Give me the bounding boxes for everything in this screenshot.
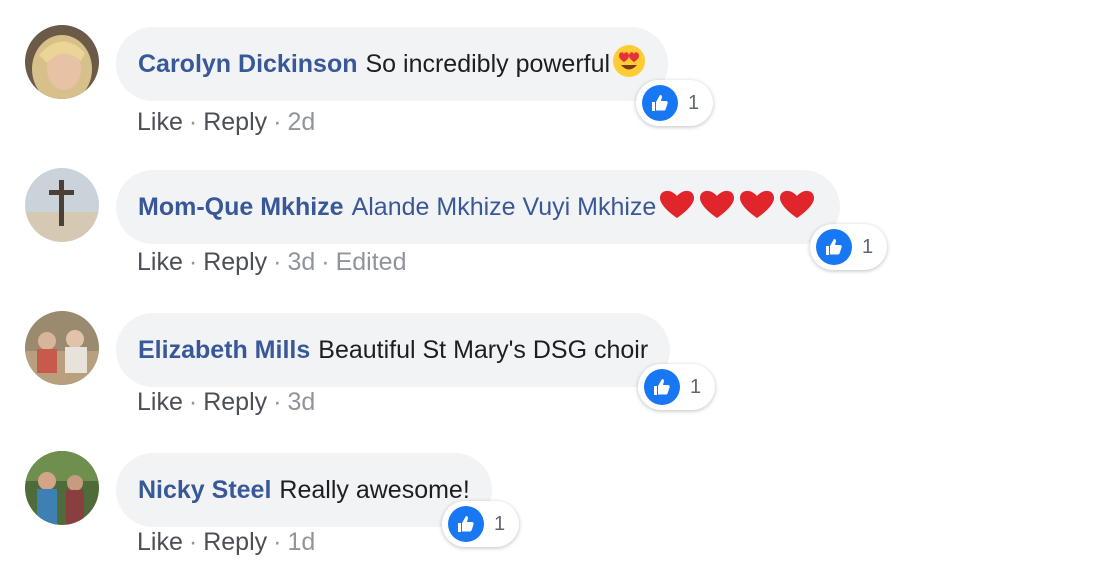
separator: · <box>188 388 198 416</box>
comment-actions: Like · Reply · 1d <box>137 528 315 557</box>
avatar[interactable] <box>25 311 99 385</box>
reply-link[interactable]: Reply <box>203 108 267 136</box>
comment-bubble: Nicky Steel Really awesome! <box>116 453 492 527</box>
edited-label[interactable]: Edited <box>336 248 407 276</box>
reaction-badge[interactable]: 1 <box>636 80 714 126</box>
comment-author[interactable]: Nicky Steel <box>138 476 271 505</box>
like-reaction-icon <box>816 229 852 265</box>
reaction-count: 1 <box>690 375 702 398</box>
like-reaction-icon <box>644 369 680 405</box>
separator: · <box>273 528 282 556</box>
comment-bubble: Elizabeth Mills Beautiful St Mary's DSG … <box>116 313 671 387</box>
comment-text: So incredibly powerful <box>365 49 611 78</box>
separator: · <box>273 248 282 276</box>
comment-bubble: Carolyn Dickinson So incredibly powerful <box>116 27 669 101</box>
like-link[interactable]: Like <box>137 108 183 136</box>
comment-actions: Like · Reply · 3d <box>137 388 315 417</box>
timestamp[interactable]: 2d <box>287 108 315 136</box>
comment-author[interactable]: Carolyn Dickinson <box>138 50 358 79</box>
separator: · <box>188 108 198 136</box>
comment-actions: Like · Reply · 2d <box>137 108 315 137</box>
separator: · <box>188 248 198 276</box>
reaction-count: 1 <box>494 512 506 535</box>
comment-author[interactable]: Mom-Que Mkhize <box>138 193 344 222</box>
comment-text: Beautiful St Mary's DSG choir <box>318 335 649 364</box>
separator: · <box>321 248 330 276</box>
like-reaction-icon <box>448 506 484 542</box>
timestamp[interactable]: 1d <box>287 528 315 556</box>
comment-text: Really awesome! <box>279 475 470 504</box>
reaction-badge[interactable]: 1 <box>638 364 716 410</box>
avatar[interactable] <box>25 25 99 99</box>
avatar[interactable] <box>25 451 99 525</box>
like-link[interactable]: Like <box>137 388 183 416</box>
separator: · <box>188 528 198 556</box>
like-link[interactable]: Like <box>137 528 183 556</box>
reaction-count: 1 <box>688 91 700 114</box>
separator: · <box>273 108 282 136</box>
comment-text[interactable]: Alande Mkhize Vuyi Mkhize <box>352 193 657 222</box>
comment-author[interactable]: Elizabeth Mills <box>138 336 310 365</box>
comment-actions: Like · Reply · 3d · Edited <box>137 248 406 277</box>
comment-bubble: Mom-Que Mkhize Alande Mkhize Vuyi Mkhize <box>116 170 841 244</box>
heart-eyes-emoji-icon <box>612 44 646 85</box>
avatar[interactable] <box>25 168 99 242</box>
like-link[interactable]: Like <box>137 248 183 276</box>
reaction-badge[interactable]: 1 <box>810 224 888 270</box>
reply-link[interactable]: Reply <box>203 528 267 556</box>
reply-link[interactable]: Reply <box>203 388 267 416</box>
reaction-badge[interactable]: 1 <box>442 501 520 547</box>
heart-emoji-icon <box>658 187 818 228</box>
separator: · <box>273 388 282 416</box>
reaction-count: 1 <box>862 235 874 258</box>
timestamp[interactable]: 3d <box>287 388 315 416</box>
like-reaction-icon <box>642 85 678 121</box>
timestamp[interactable]: 3d <box>287 248 315 276</box>
reply-link[interactable]: Reply <box>203 248 267 276</box>
